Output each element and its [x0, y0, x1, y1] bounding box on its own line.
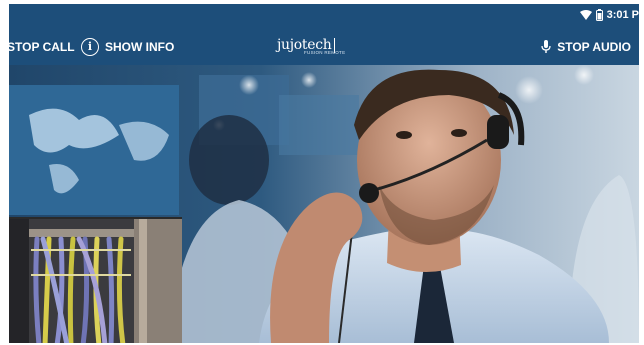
status-bar: 3:01 P: [9, 4, 639, 28]
wifi-icon: [579, 10, 592, 20]
app-screen: 3:01 P STOP CALL i SHOW INFO jujotech FU…: [9, 4, 639, 343]
self-view-video[interactable]: [9, 217, 182, 343]
self-view-image: [9, 219, 182, 343]
stop-call-button[interactable]: STOP CALL: [9, 28, 75, 65]
jujotech-logo: jujotech FUSION REMOTE: [277, 36, 345, 58]
show-info-label: SHOW INFO: [105, 39, 175, 54]
logo-subtitle: FUSION REMOTE: [304, 50, 346, 55]
microphone-icon: [541, 39, 551, 53]
remote-video-feed: [9, 65, 639, 343]
show-info-button[interactable]: i SHOW INFO: [81, 28, 174, 65]
stop-audio-button[interactable]: STOP AUDIO: [541, 28, 631, 65]
battery-icon: [595, 9, 603, 21]
app-toolbar: STOP CALL i SHOW INFO jujotech FUSION RE…: [9, 28, 639, 65]
status-icons: 3:01 P: [579, 9, 639, 21]
stop-call-label: STOP CALL: [9, 39, 75, 54]
stop-audio-label: STOP AUDIO: [557, 39, 631, 54]
status-time: 3:01 P: [606, 9, 639, 21]
info-icon: i: [81, 37, 99, 56]
